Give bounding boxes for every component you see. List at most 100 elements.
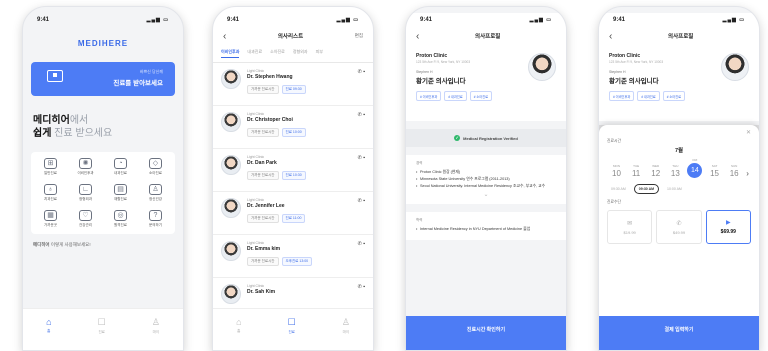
department-item[interactable]: ♙ 정신건강: [138, 184, 173, 202]
date-label: 진료시간: [607, 139, 621, 143]
day-option[interactable]: WED 12: [648, 164, 663, 178]
status-bar: 9:41 ▂▄▆ ▭: [406, 13, 566, 27]
chevron-right-icon[interactable]: ›: [746, 169, 749, 178]
day-option[interactable]: SAT 15: [707, 164, 722, 178]
specialty-tag[interactable]: # 소아진료: [469, 91, 493, 101]
day-option-selected[interactable]: FRI 14: [687, 158, 703, 178]
doctor-row[interactable]: Light Clinic Dr. Dan Park 가까운 진료시간 진료 10:3…: [213, 149, 373, 192]
virus-icon: ✺: [79, 158, 92, 169]
tab-label: 진료: [288, 330, 295, 334]
back-icon[interactable]: ‹: [609, 31, 612, 42]
method-option-video[interactable]: ▶ $69.99: [705, 210, 751, 244]
department-item[interactable]: ◇ 소아진료: [138, 158, 173, 176]
doctor-name: Dr. Christoper Choi: [247, 117, 293, 123]
department-item[interactable]: ✺ 이비인후과: [68, 158, 103, 176]
day-option[interactable]: TUE 11: [629, 164, 644, 178]
status-time: 9:41: [227, 17, 240, 23]
avatar: [528, 53, 556, 81]
department-item[interactable]: ◔ 내과진료: [103, 158, 138, 176]
doctor-row[interactable]: Light Clinic Dr. Christoper Choi 가까운 진료시간…: [213, 106, 373, 149]
tab-category[interactable]: 이비인후과: [221, 49, 240, 58]
specialty-tag[interactable]: # 내과진료: [444, 91, 467, 101]
doctor-row[interactable]: Light Clinic Dr. Jennifer Lee 가까운 진료시간 진료 …: [213, 192, 373, 235]
tab-category[interactable]: 정형외과: [293, 49, 308, 58]
time-chip: 진료 09:30: [281, 85, 306, 94]
tab-category[interactable]: 피부: [316, 49, 323, 58]
contact-icons: ✆ ▪: [357, 155, 365, 161]
bottom-tab-bar: ⌂ 홈 ☐ 진료 ♙ 마이: [23, 308, 183, 350]
price-value: $19.99: [623, 229, 636, 235]
doctor-clinic: Light Clinic: [247, 112, 265, 116]
tab-home[interactable]: ⌂ 홈: [236, 317, 241, 350]
back-icon[interactable]: ‹: [223, 31, 226, 42]
specialty-tag[interactable]: # 내과진료: [637, 91, 660, 101]
day-option[interactable]: THU 13: [668, 164, 683, 178]
doctor-name: Dr. Emma kim: [247, 246, 281, 252]
tab-consult[interactable]: ☐ 진료: [98, 317, 106, 350]
specialty-tag[interactable]: # 이비인후과: [609, 91, 635, 101]
chat-icon: ☐: [97, 317, 106, 327]
banner-subtitle: 바쁘신 당신께: [139, 69, 163, 74]
close-icon[interactable]: ✕: [746, 129, 751, 136]
headline-brand: 메디히어: [33, 115, 70, 126]
doctor-name: Dr. Stephen Hwang: [247, 74, 293, 80]
phone-doctor-profile: 9:41 ▂▄▆ ▭ ‹ 의사프로필 Proton Clinic 123 5th…: [405, 6, 567, 351]
method-option-chat[interactable]: ✉ $19.99: [607, 210, 653, 244]
doctor-row[interactable]: Light Clinic Dr. Stephen Hwang 가까운 진료시간 진료…: [213, 63, 373, 106]
method-option-call[interactable]: ✆ $49.99: [656, 210, 702, 244]
tab-label: 마이: [342, 330, 350, 334]
home-icon: ⌂: [236, 317, 242, 327]
tab-consult[interactable]: ☐ 진료: [288, 317, 296, 350]
department-label: 재활진료: [114, 197, 127, 201]
consult-method-options: ✉ $19.99 ✆ $49.99 ▶ $69.99: [607, 210, 751, 244]
day-option[interactable]: SUN 16: [727, 164, 742, 178]
specialty-tag[interactable]: # 이비인후과: [416, 91, 442, 101]
edit-button[interactable]: 편집: [355, 33, 363, 39]
phone-booking: 9:41 ▂▄▆ ▭ ‹ 의사프로필 Proton Clinic 123 5th…: [598, 6, 760, 351]
tab-my[interactable]: ♙ 마이: [152, 317, 160, 350]
time-option[interactable]: 10:00 AM: [663, 185, 686, 193]
tab-category[interactable]: 내과진료: [247, 49, 262, 58]
time-option-selected[interactable]: 09:30 AM: [633, 184, 660, 194]
home-headline: 메디히어에서 쉽게 진료 받으세요: [33, 114, 173, 140]
guide-text: 이렇게 사용해보세요!: [49, 242, 91, 247]
time-chip: 진료 10:00: [281, 128, 306, 137]
department-item[interactable]: ♁ 치과진료: [33, 184, 68, 202]
payment-button[interactable]: 결제 입력하기: [599, 316, 759, 350]
status-time: 9:41: [37, 17, 50, 23]
usage-guide-link[interactable]: 메디히어 이렇게 사용해보세요!: [33, 242, 173, 248]
doctor-row[interactable]: Light Clinic Dr. Emma kim 가까운 진료시간 오후진료 13…: [213, 235, 373, 278]
consult-banner[interactable]: 바쁘신 당신께 진료를 받아보세요: [31, 62, 175, 96]
contact-icons: ✆ ▪: [357, 284, 365, 290]
department-item[interactable]: ▦ 가까운곳: [33, 210, 68, 228]
back-icon[interactable]: ‹: [416, 31, 419, 42]
tab-my[interactable]: ♙ 마이: [342, 317, 350, 350]
chat-icon: ☐: [287, 317, 296, 327]
building-icon: ▦: [44, 210, 57, 221]
specialty-tag[interactable]: # 소아진료: [662, 91, 686, 101]
tab-category[interactable]: 소아진료: [270, 49, 285, 58]
time-chip: 진료 10:30: [281, 171, 306, 180]
department-item[interactable]: ▤ 재활진료: [103, 184, 138, 202]
department-label: 원격진료: [114, 223, 127, 227]
date-picker: MON 10 TUE 11 WED 12 THU 13 FRI 14 SAT 15 SUN 1…: [607, 158, 751, 178]
doctor-clinic: Light Clinic: [247, 155, 265, 159]
day-option[interactable]: MON 10: [609, 164, 624, 178]
department-item[interactable]: ♡ 건강관리: [68, 210, 103, 228]
doctor-name: Dr. Jennifer Lee: [247, 203, 285, 209]
phone-doctor-list: 9:41 ▂▄▆ ▭ ‹ 의사리스트 편집 이비인후과 내과진료 소아진료 정형…: [212, 6, 374, 351]
message-icon: ✉: [627, 220, 633, 227]
department-item[interactable]: ∟ 정형외과: [68, 184, 103, 202]
department-item[interactable]: ? 문의하기: [138, 210, 173, 228]
department-item[interactable]: ⊞ 일반진료: [33, 158, 68, 176]
avatar: [221, 69, 241, 89]
time-option[interactable]: 09:30 AM: [607, 185, 630, 193]
check-schedule-button[interactable]: 진료시간 확인하기: [406, 316, 566, 350]
day-number: 12: [651, 169, 661, 178]
status-bar: 9:41 ▂▄▆ ▭: [23, 13, 183, 27]
expand-chevron-icon[interactable]: ⌄: [416, 191, 556, 198]
banner-title: 진료를 받아보세요: [113, 80, 163, 87]
signal-icon: ▂▄▆ ▭: [146, 17, 169, 23]
department-item[interactable]: ◎ 원격진료: [103, 210, 138, 228]
tab-home[interactable]: ⌂ 홈: [46, 317, 51, 350]
